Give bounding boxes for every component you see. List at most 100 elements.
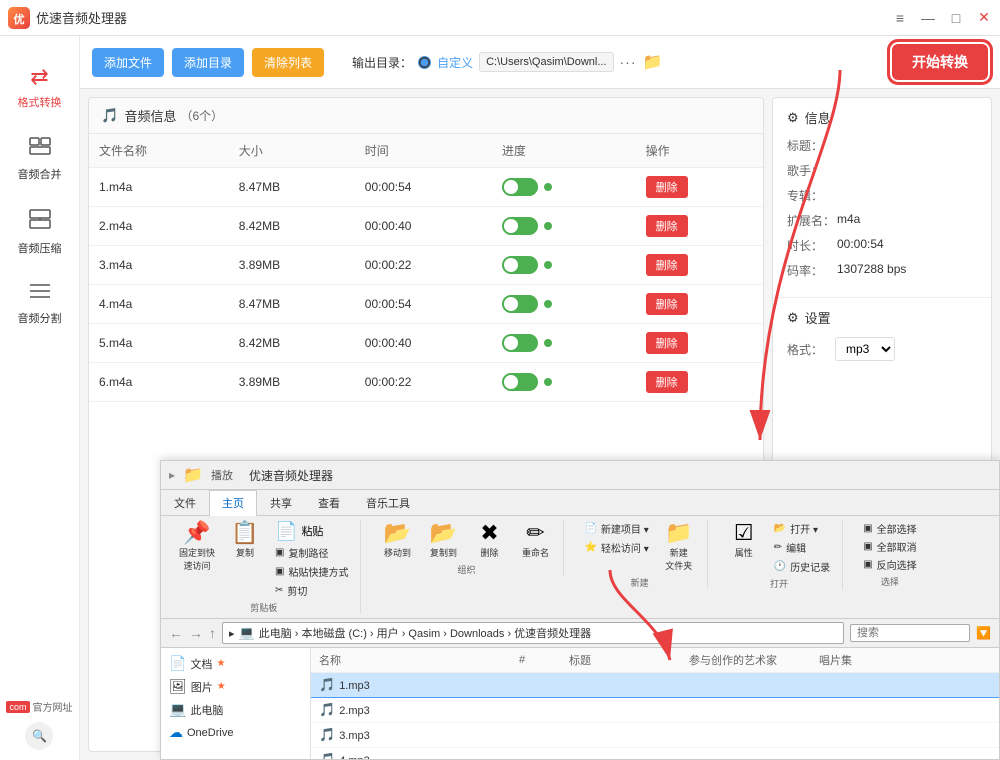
split-icon xyxy=(28,282,52,306)
explorer-file-title xyxy=(561,698,681,723)
delete-file-button[interactable]: 删除 xyxy=(646,371,688,393)
new-item-btn[interactable]: 📄新建项目 ▾ xyxy=(580,520,652,537)
sidebar-item-split[interactable]: 音频分割 xyxy=(5,274,75,334)
edit-icon: ✏ xyxy=(774,542,782,553)
start-convert-button[interactable]: 开始转换 xyxy=(892,44,988,80)
explorer-file-title xyxy=(561,723,681,748)
info-row-artist: 歌手： xyxy=(787,162,977,179)
progress-toggle[interactable] xyxy=(502,373,538,391)
deselect-all-btn[interactable]: ▣全部取消 xyxy=(859,538,920,555)
path-bar[interactable]: ▸ 💻 此电脑 › 本地磁盘 (C:) › 用户 › Qasim › Downl… xyxy=(222,622,844,644)
table-row: 1.m4a 8.47MB 00:00:54 删除 xyxy=(89,168,763,207)
paste-shortcut-icon: ▣ xyxy=(275,566,284,577)
output-dots-btn[interactable]: ··· xyxy=(620,54,637,70)
nav-onedrive-label: OneDrive xyxy=(187,727,233,739)
explorer-file-album xyxy=(811,673,999,698)
search-btn[interactable]: 🔍 xyxy=(25,722,53,750)
list-item[interactable]: 🎵3.mp3 xyxy=(311,723,999,748)
explorer-file-title xyxy=(561,673,681,698)
progress-toggle[interactable] xyxy=(502,217,538,235)
pin-quick-btn[interactable]: 📌 固定到快速访问 xyxy=(175,520,219,574)
list-item[interactable]: 🎵2.mp3 xyxy=(311,698,999,723)
tab-music[interactable]: 音乐工具 xyxy=(353,490,423,515)
paste-btn[interactable]: 📄 粘贴 xyxy=(271,520,352,542)
easy-access-btn[interactable]: ⭐轻松访问 ▾ xyxy=(580,539,652,556)
move-icon: 📂 xyxy=(384,522,411,544)
up-btn[interactable]: ↑ xyxy=(209,625,216,641)
mp3-icon: 🎵 xyxy=(319,677,335,692)
output-mode: 自定义 xyxy=(437,54,473,71)
docs-icon: 📄 xyxy=(169,655,186,672)
progress-toggle[interactable] xyxy=(502,256,538,274)
expand-btn[interactable]: 🔽 xyxy=(976,626,991,640)
nav-onedrive[interactable]: ☁ OneDrive xyxy=(161,721,310,744)
sidebar-item-merge[interactable]: 音频合并 xyxy=(5,128,75,190)
file-time: 00:00:40 xyxy=(355,207,492,246)
delete-file-button[interactable]: 删除 xyxy=(646,293,688,315)
tab-view[interactable]: 查看 xyxy=(305,490,353,515)
delete-btn[interactable]: ✖ 删除 xyxy=(469,520,509,561)
new-folder-icon: 📁 xyxy=(665,522,692,544)
properties-btn[interactable]: ☑ 属性 xyxy=(724,520,764,561)
add-dir-button[interactable]: 添加目录 xyxy=(172,48,244,77)
tab-file[interactable]: 文件 xyxy=(161,490,209,515)
tab-home[interactable]: 主页 xyxy=(209,490,257,516)
paste-shortcut-btn[interactable]: ▣粘贴快捷方式 xyxy=(271,563,352,580)
invert-icon: ▣ xyxy=(863,559,872,570)
delete-file-button[interactable]: 删除 xyxy=(646,215,688,237)
menu-btn[interactable]: ≡ xyxy=(892,10,908,26)
delete-file-button[interactable]: 删除 xyxy=(646,254,688,276)
progress-toggle[interactable] xyxy=(502,178,538,196)
col-progress: 进度 xyxy=(492,134,636,168)
open-btn[interactable]: 📂打开 ▾ xyxy=(770,520,834,537)
list-item[interactable]: 🎵1.mp3 xyxy=(311,673,999,698)
nav-computer[interactable]: 💻 此电脑 xyxy=(161,698,310,721)
file-progress xyxy=(492,168,636,207)
nav-pictures[interactable]: 🖼 图片 ★ xyxy=(161,675,310,698)
add-file-button[interactable]: 添加文件 xyxy=(92,48,164,77)
select-all-icon: ▣ xyxy=(863,523,872,534)
clear-list-button[interactable]: 清除列表 xyxy=(252,48,324,77)
progress-dot xyxy=(544,339,552,347)
address-bar: ← → ↑ ▸ 💻 此电脑 › 本地磁盘 (C:) › 用户 › Qasim ›… xyxy=(161,619,999,648)
output-radio[interactable] xyxy=(418,56,431,69)
official-site-btn[interactable]: com 官方网址 xyxy=(6,699,72,714)
pin-indicator2: ★ xyxy=(217,681,226,692)
copy-btn[interactable]: 📋 复制 xyxy=(225,520,265,561)
ribbon-group-clipboard: 📌 固定到快速访问 📋 复制 📄 粘贴 ▣复制路径 xyxy=(167,520,361,614)
copy-path-btn[interactable]: ▣复制路径 xyxy=(271,544,352,561)
organize-items: 📂 移动到 📂 复制到 ✖ 删除 ✏ 重命名 xyxy=(377,520,555,561)
nav-docs[interactable]: 📄 文档 ★ xyxy=(161,652,310,675)
progress-toggle[interactable] xyxy=(502,295,538,313)
delete-file-button[interactable]: 删除 xyxy=(646,176,688,198)
select-all-btn[interactable]: ▣全部选择 xyxy=(859,520,920,537)
output-folder-btn[interactable]: 📁 xyxy=(643,52,663,72)
file-name: 6.m4a xyxy=(89,363,229,402)
format-select[interactable]: mp3 wav aac flac ogg wma xyxy=(835,337,895,361)
close-btn[interactable]: ✕ xyxy=(976,10,992,26)
maximize-btn[interactable]: □ xyxy=(948,10,964,26)
progress-toggle[interactable] xyxy=(502,334,538,352)
invert-select-btn[interactable]: ▣反向选择 xyxy=(859,556,920,573)
pin-icon: 📌 xyxy=(183,522,210,544)
table-row: 3.m4a 3.89MB 00:00:22 删除 xyxy=(89,246,763,285)
forward-btn[interactable]: → xyxy=(189,625,203,641)
edit-btn[interactable]: ✏编辑 xyxy=(770,539,834,556)
sidebar-item-compress[interactable]: 音频压缩 xyxy=(5,200,75,264)
delete-file-button[interactable]: 删除 xyxy=(646,332,688,354)
copy-to-btn[interactable]: 📂 复制到 xyxy=(423,520,463,561)
file-time: 00:00:40 xyxy=(355,324,492,363)
history-btn[interactable]: 🕐历史记录 xyxy=(770,558,834,575)
cut-btn[interactable]: ✂剪切 xyxy=(271,582,352,599)
merge-icon xyxy=(28,136,52,162)
open-icon: 📂 xyxy=(774,523,786,534)
minimize-btn[interactable]: — xyxy=(920,10,936,26)
list-item[interactable]: 🎵4.mp3 xyxy=(311,748,999,760)
back-btn[interactable]: ← xyxy=(169,625,183,641)
explorer-search-input[interactable] xyxy=(850,624,970,642)
tab-share[interactable]: 共享 xyxy=(257,490,305,515)
new-folder-btn[interactable]: 📁 新建文件夹 xyxy=(659,520,699,574)
rename-btn[interactable]: ✏ 重命名 xyxy=(515,520,555,561)
move-to-btn[interactable]: 📂 移动到 xyxy=(377,520,417,561)
sidebar-item-format[interactable]: ⇄ 格式转换 xyxy=(5,56,75,118)
